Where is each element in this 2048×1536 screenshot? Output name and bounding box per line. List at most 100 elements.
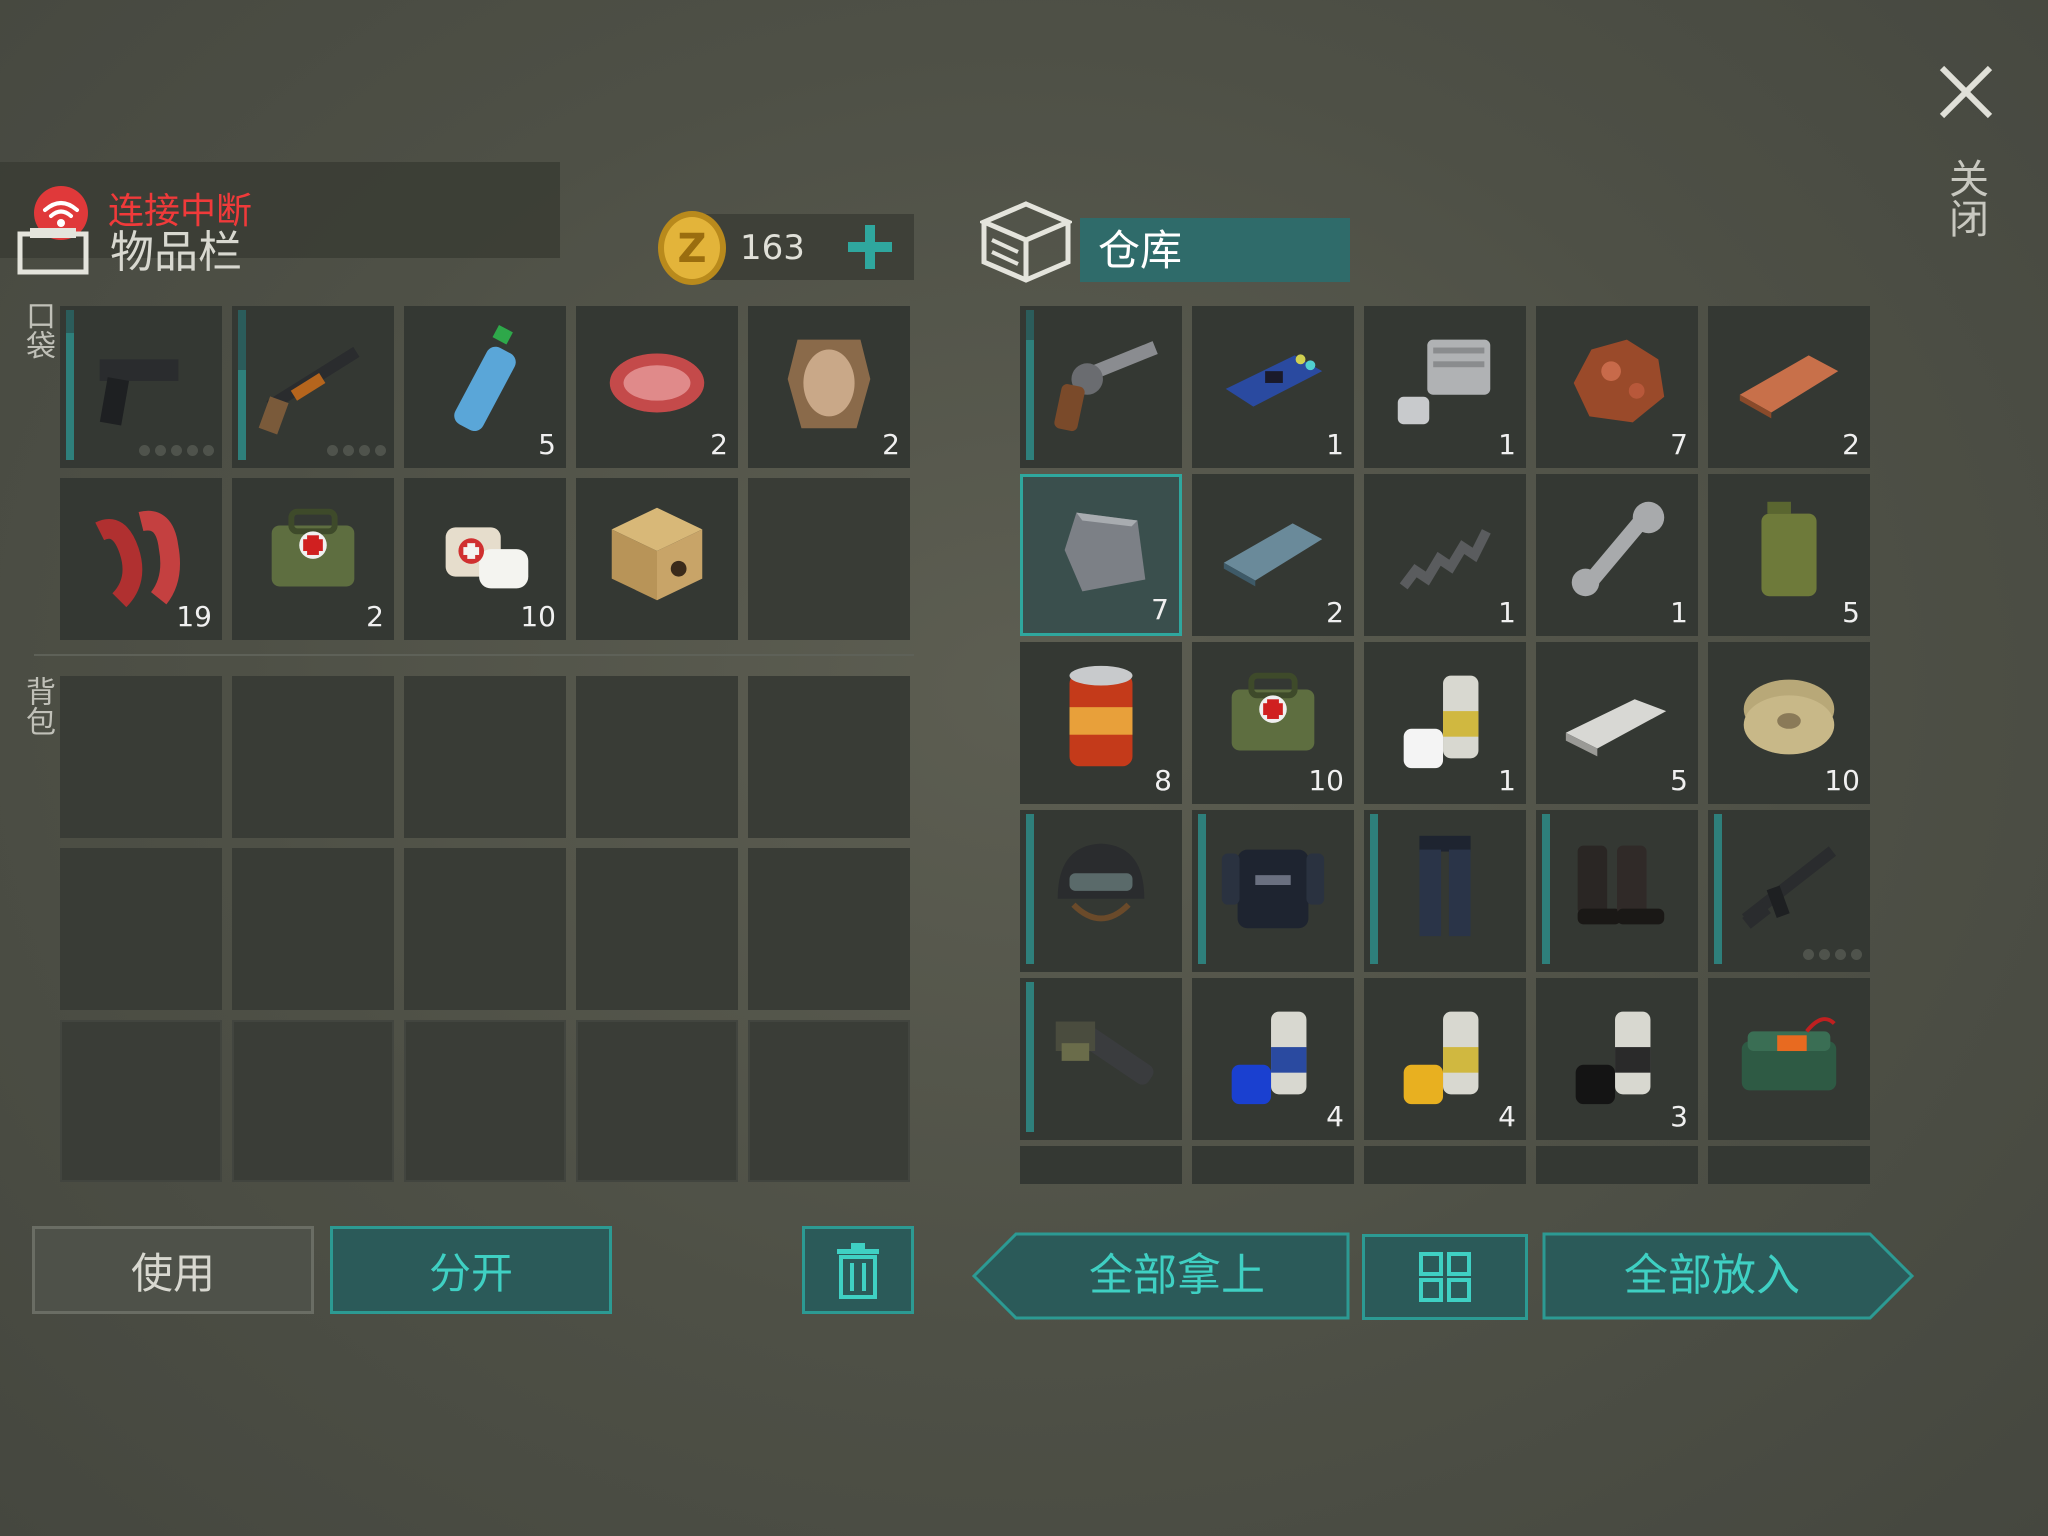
item-quantity: 4 [1326,1100,1344,1133]
pocket-slot[interactable]: 2 [748,306,910,468]
storage-slot[interactable]: 3 [1536,978,1698,1140]
trash-button[interactable] [802,1226,914,1314]
close-icon[interactable] [1936,62,1996,122]
spray-paint-yellow-icon [1384,992,1506,1114]
grid-sort-icon [1419,1252,1471,1302]
backpack-slot[interactable] [232,1020,394,1182]
police-vest-icon [1212,824,1334,946]
spray-paint-blue-icon [1212,992,1334,1114]
storage-slot[interactable] [1364,1146,1526,1184]
storage-slot[interactable]: 8 [1020,642,1182,804]
durability-bar [1026,310,1034,460]
storage-slot[interactable]: 1 [1536,474,1698,636]
item-quantity: 7 [1670,428,1688,461]
backpack-slot[interactable] [232,676,394,838]
durability-bar [1370,814,1378,964]
put-all-button[interactable]: 全部放入 [1542,1232,1915,1320]
police-pants-icon [1384,824,1506,946]
pocket-slot[interactable]: 2 [576,306,738,468]
storage-slot[interactable]: 5 [1708,474,1870,636]
storage-slot[interactable] [1192,1146,1354,1184]
backpack-label: 背包 [20,676,55,736]
close-label[interactable]: 关闭 [1942,158,1988,238]
helmet-icon [1040,824,1162,946]
storage-slot[interactable] [1020,306,1182,468]
pocket-slot[interactable] [576,478,738,640]
durability-bar [1026,982,1034,1132]
backpack-slot[interactable] [404,1020,566,1182]
backpack-slot[interactable] [748,676,910,838]
bandage-icon [424,492,546,614]
animal-hide-icon [768,320,890,442]
storage-slot[interactable] [1192,810,1354,972]
item-quantity: 1 [1498,764,1516,797]
storage-slot[interactable]: 7 [1020,474,1182,636]
storage-slot[interactable] [1364,810,1526,972]
storage-slot[interactable] [1020,810,1182,972]
pocket-slot[interactable] [748,478,910,640]
backpack-slot[interactable] [576,1020,738,1182]
medkit-bag-icon [1212,656,1334,778]
trash-icon [837,1243,879,1299]
storage-slot[interactable]: 2 [1192,474,1354,636]
sort-button[interactable] [1362,1234,1528,1320]
storage-slot[interactable]: 2 [1708,306,1870,468]
storage-slot[interactable]: 1 [1364,642,1526,804]
storage-box-icon [977,200,1075,284]
jerrycan-icon [1728,488,1850,610]
storage-slot[interactable]: 1 [1364,474,1526,636]
backpack-slot[interactable] [404,676,566,838]
backpack-slot[interactable] [60,848,222,1010]
copper-ingot-icon [1728,320,1850,442]
backpack-slot[interactable] [60,676,222,838]
pocket-slot[interactable] [60,306,222,468]
storage-slot[interactable]: 1 [1192,306,1354,468]
take-all-button[interactable]: 全部拿上 [971,1232,1350,1320]
storage-slot[interactable] [1708,978,1870,1140]
storage-slot[interactable] [1536,1146,1698,1184]
metal-plate-icon [1043,491,1165,613]
steel-ingot-icon [1212,488,1334,610]
storage-slot[interactable]: 7 [1536,306,1698,468]
storage-slot[interactable]: 4 [1364,978,1526,1140]
backpack-slot[interactable] [748,1020,910,1182]
item-quantity: 10 [1308,764,1344,797]
item-quantity: 10 [1824,764,1860,797]
backpack-slot[interactable] [576,676,738,838]
storage-slot[interactable]: 4 [1192,978,1354,1140]
storage-slot[interactable] [1708,1146,1870,1184]
add-coins-button[interactable] [846,220,894,274]
pocket-slot[interactable]: 10 [404,478,566,640]
pocket-slot[interactable]: 2 [232,478,394,640]
pocket-slot[interactable]: 19 [60,478,222,640]
storage-slot[interactable]: 1 [1364,306,1526,468]
item-quantity: 4 [1498,1100,1516,1133]
spring-icon [1384,488,1506,610]
pocket-slot[interactable] [232,306,394,468]
storage-slot[interactable]: 10 [1708,642,1870,804]
durability-bar [66,310,74,460]
storage-slot[interactable]: 10 [1192,642,1354,804]
backpack-slot[interactable] [748,848,910,1010]
use-button[interactable]: 使用 [32,1226,314,1314]
backpack-slot[interactable] [404,848,566,1010]
medkit-bag-icon [252,492,374,614]
storage-slot[interactable] [1020,1146,1182,1184]
storage-slot[interactable] [1536,810,1698,972]
c4-explosive-icon [1728,992,1850,1114]
durability-bar [1542,814,1550,964]
storage-slot[interactable] [1020,978,1182,1140]
split-button[interactable]: 分开 [330,1226,612,1314]
item-quantity: 5 [538,428,556,461]
storage-slot[interactable]: 5 [1536,642,1698,804]
backpack-slot[interactable] [60,1020,222,1182]
backpack-slot[interactable] [232,848,394,1010]
minigun-icon [1040,992,1162,1114]
item-quantity: 3 [1670,1100,1688,1133]
backpack-slot[interactable] [576,848,738,1010]
item-quantity: 8 [1154,764,1172,797]
storage-slot[interactable] [1708,810,1870,972]
assault-rifle-icon [1728,824,1850,946]
item-quantity: 2 [710,428,728,461]
pocket-slot[interactable]: 5 [404,306,566,468]
